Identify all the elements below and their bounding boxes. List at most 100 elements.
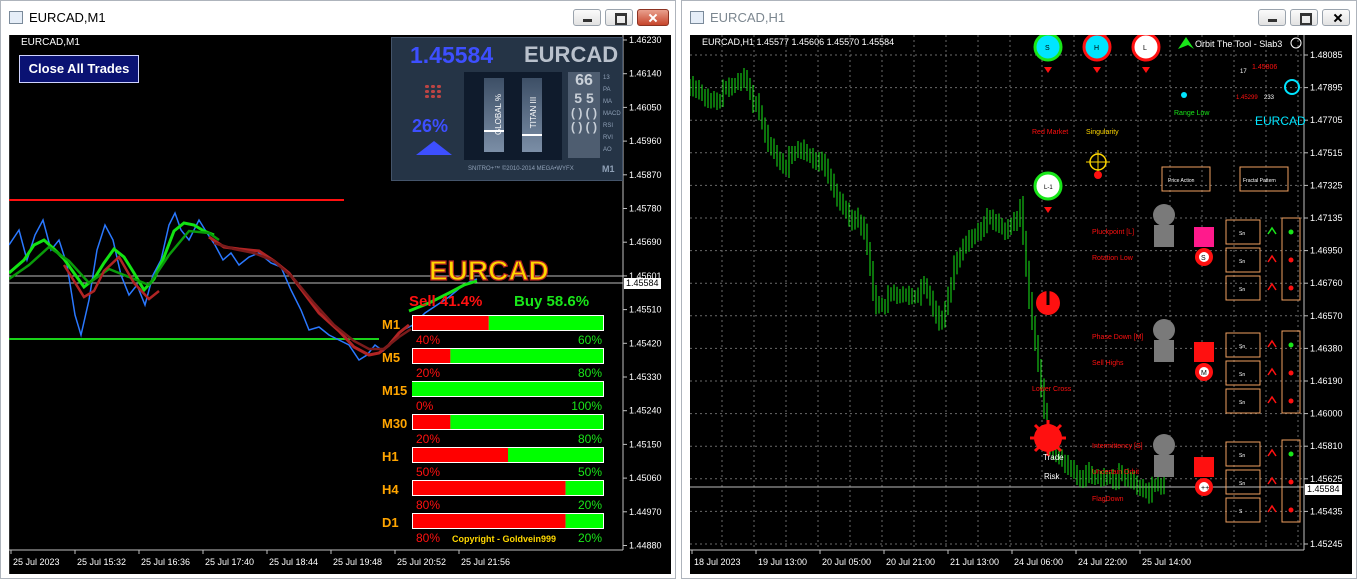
- pie-red-icon: [1036, 291, 1060, 315]
- circle-l1: L-1: [1033, 171, 1063, 213]
- circle-h: H: [1082, 35, 1112, 73]
- panel-timeframe: M1: [602, 164, 615, 174]
- timeframe-label-6: D1: [382, 515, 399, 530]
- m1-price-tick-0: 1.46230: [629, 35, 662, 45]
- m1-time-tick-5: 25 Jul 19:48: [333, 557, 382, 567]
- minimize-button[interactable]: [1258, 9, 1286, 26]
- h1-price-tick-5: 1.47135: [1310, 213, 1343, 223]
- h1-time-tick-2: 20 Jul 05:00: [822, 557, 871, 567]
- maximize-button[interactable]: [605, 9, 633, 26]
- signal-square-2: [1194, 457, 1214, 477]
- tf-box-text-2-0: Sn: [1239, 453, 1245, 459]
- tf-box-text-0-0: Sn: [1239, 231, 1245, 237]
- buy-bar-6: [565, 514, 603, 528]
- buy-bar-4: [508, 448, 603, 462]
- signal-top: 66: [575, 72, 593, 89]
- m1-price-tick-9: 1.45420: [629, 338, 662, 348]
- chart-area-m1[interactable]: 1.46230 1.46140 1.46050 1.45960 1.45870 1.457…: [9, 35, 671, 574]
- svg-text:Price Action: Price Action: [1168, 178, 1195, 184]
- h1-price-tick-12: 1.45810: [1310, 441, 1343, 451]
- close-all-trades-button[interactable]: Close All Trades: [19, 55, 139, 83]
- m1-price-tick-15: 1.44880: [629, 541, 662, 551]
- symbol-tag: EURCAD: [1255, 114, 1306, 128]
- minimize-button[interactable]: [573, 9, 601, 26]
- h1-price-tick-6: 1.46950: [1310, 246, 1343, 256]
- h1-time-tick-7: 25 Jul 14:00: [1142, 557, 1191, 567]
- chart-area-h1[interactable]: 1.48085 1.47895 1.47705 1.47515 1.47325 1.471…: [690, 35, 1352, 574]
- m1-time-tick-4: 25 Jul 18:44: [269, 557, 318, 567]
- close-button[interactable]: [637, 9, 669, 26]
- m1-price-tick-13: 1.45060: [629, 473, 662, 483]
- h1-price-tick-3: 1.47515: [1310, 148, 1343, 158]
- buy-bar-1: [450, 349, 603, 363]
- range-low-label: Range Low: [1174, 110, 1210, 117]
- trade-sun-icon: [1030, 420, 1066, 456]
- price-axis-h1: 1.48085 1.47895 1.47705 1.47515 1.47325 1.471…: [1304, 50, 1343, 549]
- sell-text-4: 50%: [416, 465, 440, 479]
- tf-box-text-2-2: S: [1239, 509, 1243, 515]
- svg-text:FlagDown: FlagDown: [1092, 496, 1124, 503]
- h1-price-tick-13: 1.45625: [1310, 474, 1343, 484]
- m1-price-tick-1: 1.46140: [629, 69, 662, 79]
- chart-window-icon: [9, 11, 23, 24]
- symbol-label: EURCAD,H1 1.45577 1.45606 1.45570 1.4558…: [702, 37, 895, 47]
- buy-text-2: 100%: [571, 399, 602, 413]
- m1-time-tick-2: 25 Jul 16:36: [141, 557, 190, 567]
- svg-text:Risk: Risk: [1044, 472, 1061, 481]
- current-price-badge: 1.45584: [624, 278, 661, 289]
- ma-red-slow: [213, 241, 412, 351]
- copyright-text: Copyright - Goldvein999: [452, 534, 556, 544]
- h1-time-tick-3: 20 Jul 21:00: [886, 557, 935, 567]
- panel-percent: 26%: [412, 116, 449, 136]
- titlebar-m1[interactable]: EURCAD,M1: [1, 1, 675, 35]
- h1-price-tick-9: 1.46380: [1310, 343, 1343, 353]
- signal-square-0: [1194, 227, 1214, 247]
- buy-bar-2: [412, 382, 603, 396]
- sell-text-0: 40%: [416, 333, 440, 347]
- timeframe-boxes: Sn Sn Sn Sn Sn Sn Sn Sn S: [1225, 217, 1301, 523]
- sell-text-3: 20%: [416, 432, 440, 446]
- time-axis-h1: 18 Jul 2023 19 Jul 13:00 20 Jul 05:00 20 Ju…: [691, 550, 1191, 567]
- sell-bar-3: [413, 415, 451, 429]
- tf-box-text-1-0: Sn: [1239, 344, 1245, 350]
- panel-pair: EURCAD: [524, 42, 619, 67]
- window-title: EURCAD,M1: [29, 10, 106, 25]
- strength-rows: M1 40% 60% M5 20% 80% M15 0% 100% M30 20% 80% H1 50% 5…: [382, 315, 604, 545]
- orbit-arrow-icon: [1178, 37, 1194, 49]
- range-dot: [1181, 92, 1187, 98]
- buy-text-5: 20%: [578, 498, 602, 512]
- h1-time-tick-1: 19 Jul 13:00: [758, 557, 807, 567]
- svg-text:Singularity: Singularity: [1086, 129, 1119, 136]
- triangle-up-icon: [416, 141, 452, 155]
- signal-letter-0: S: [1201, 255, 1206, 262]
- svg-text:1.45299: 1.45299: [1236, 95, 1258, 101]
- buy-text-0: 60%: [578, 333, 602, 347]
- svg-text:17: 17: [1240, 69, 1247, 75]
- window-eurcad-h1[interactable]: EURCAD,H1 1.48085 1.47895 1.47705 1.47515 1.…: [681, 0, 1357, 579]
- current-price-badge: 1.45584: [1305, 484, 1342, 495]
- chart-window-icon: [690, 11, 704, 24]
- signal-letter-2: ++: [1201, 485, 1209, 492]
- m1-price-tick-10: 1.45330: [629, 372, 662, 382]
- maximize-button[interactable]: [1290, 9, 1318, 26]
- window-eurcad-m1[interactable]: EURCAD,M1 1.46230 1.46140 1.46050 1.45960 1: [0, 0, 676, 579]
- h1-chart-svg: 1.48085 1.47895 1.47705 1.47515 1.47325 1.471…: [690, 35, 1343, 567]
- settings-icon[interactable]: [1290, 37, 1302, 49]
- panel-price: 1.45584: [410, 42, 494, 68]
- buy-text-6: 20%: [578, 531, 602, 545]
- m1-time-tick-7: 25 Jul 21:56: [461, 557, 510, 567]
- sell-bar-0: [413, 316, 489, 330]
- tf-box-text-2-1: Sn: [1239, 481, 1245, 487]
- person-icon-2: [1153, 434, 1175, 456]
- buy-percent-label: Buy 58.6%: [514, 293, 589, 310]
- indicator-panel: 1.45584 EURCAD 26% GLOBAL % TITAN III 66…: [391, 37, 623, 181]
- tf-box-2-2[interactable]: [1225, 497, 1261, 523]
- svg-text:1.45806: 1.45806: [1252, 64, 1277, 71]
- buy-bar-0: [488, 316, 603, 330]
- gauge-bars: GLOBAL % TITAN III: [464, 72, 562, 160]
- gauge-label-titan: TITAN III: [529, 96, 539, 129]
- close-button[interactable]: [1322, 9, 1350, 26]
- m1-price-tick-4: 1.45870: [629, 170, 662, 180]
- titlebar-h1[interactable]: EURCAD,H1: [682, 1, 1356, 35]
- sell-text-5: 80%: [416, 498, 440, 512]
